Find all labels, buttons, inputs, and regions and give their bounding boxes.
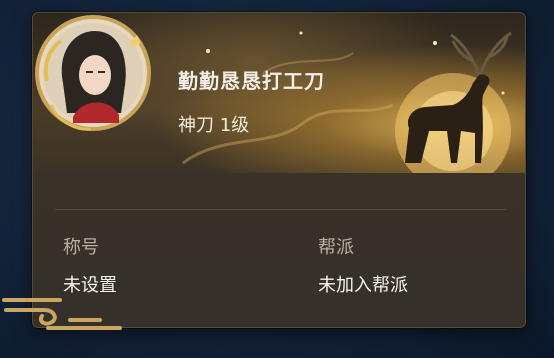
player-profile-card: 勤勤恳恳打工刀 神刀 1级 称号 未设置 帮派 未加入帮派 [32, 12, 526, 328]
profile-banner: 勤勤恳恳打工刀 神刀 1级 [33, 13, 525, 173]
cloud-swirl-icon [2, 298, 122, 330]
guild-value: 未加入帮派 [318, 275, 408, 296]
player-rank: 神刀 1级 [178, 115, 250, 136]
guild-label: 帮派 [318, 237, 354, 258]
divider [55, 209, 507, 210]
player-name: 勤勤恳恳打工刀 [178, 69, 325, 93]
title-label: 称号 [63, 237, 99, 258]
avatar[interactable] [33, 13, 153, 133]
